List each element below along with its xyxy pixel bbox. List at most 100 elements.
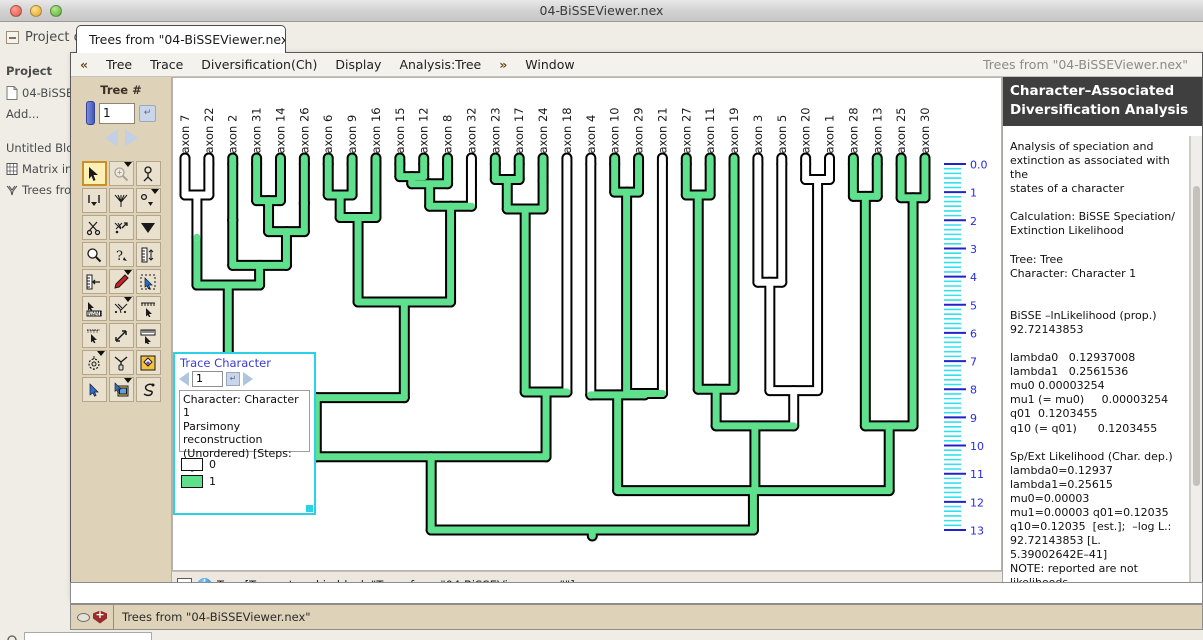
os-title-bar: 04-BiSSEViewer.nex — [0, 0, 1203, 22]
scale-bar-tool[interactable] — [82, 269, 107, 294]
trees-icon — [6, 183, 18, 197]
previous-tree-button[interactable] — [105, 129, 118, 147]
taxon-label: taxon 4 — [584, 115, 598, 158]
axis-tick-label: 1 — [970, 187, 977, 200]
next-tree-button[interactable] — [125, 129, 138, 147]
project-section-label: Project — [6, 64, 52, 78]
trace-character-nav[interactable]: 1 ↵ — [175, 370, 314, 389]
search-icon — [6, 634, 20, 640]
scale-ruler-tool[interactable] — [136, 242, 161, 267]
arrow-select-tool[interactable] — [82, 161, 107, 186]
comb-arrow-tool[interactable] — [82, 323, 107, 348]
taxon-label: taxon 1 — [823, 115, 837, 158]
chevron-down-icon — [124, 162, 132, 167]
paint-bucket-tool[interactable] — [136, 350, 161, 375]
magnify-tool[interactable] — [82, 242, 107, 267]
move-branch-tool[interactable] — [109, 215, 134, 240]
menu-analysis-tree[interactable]: Analysis:Tree — [390, 53, 490, 77]
taxon-label: taxon 13 — [870, 107, 884, 158]
trace-character-title: Trace Character — [175, 354, 314, 370]
info-panel-heading: Character–Associated Diversification Ana… — [1003, 77, 1202, 126]
resize-handle[interactable] — [306, 505, 313, 512]
strip-icon-group[interactable] — [71, 605, 114, 629]
query-tool[interactable]: ? — [109, 242, 134, 267]
name-label-tool[interactable]: NAME — [82, 296, 107, 321]
taxon-label: taxon 31 — [250, 107, 264, 158]
taxon-label: taxon 24 — [536, 107, 550, 158]
taxon-label: taxon 25 — [894, 107, 908, 158]
menu-window[interactable]: Window — [516, 53, 583, 77]
reroot-tool[interactable] — [136, 188, 161, 213]
tree-number-slider[interactable] — [86, 101, 95, 125]
sprout-tool[interactable] — [109, 296, 134, 321]
collapse-tool[interactable] — [109, 188, 134, 213]
spiral-tool[interactable] — [82, 350, 107, 375]
axis-tick-label: 0.0 — [970, 159, 988, 172]
axis-tick-label: 10 — [970, 440, 984, 453]
scissors-prune-tool[interactable] — [82, 215, 107, 240]
trace-character-box[interactable]: Trace Character 1 ↵ Character: Character… — [173, 352, 316, 515]
snake-tool[interactable] — [136, 377, 161, 402]
paint-drip-tool[interactable] — [109, 350, 134, 375]
pen-draw-tool[interactable] — [109, 269, 134, 294]
taxon-label: taxon 19 — [727, 107, 741, 158]
project-item-add[interactable]: Add... — [6, 107, 39, 121]
tree-number-enter-button[interactable]: ↵ — [139, 105, 156, 122]
axis-tick-label: 5 — [970, 299, 977, 312]
chevron-down-icon — [124, 297, 132, 302]
info-heading-line2: Diversification Analysis — [1010, 101, 1195, 120]
project-header: Project of — [6, 30, 86, 45]
axis-tick-label: 9 — [970, 412, 977, 425]
menu-tree[interactable]: Tree — [97, 53, 141, 77]
menu-collapse-left[interactable]: « — [71, 53, 97, 77]
document-icon — [6, 86, 18, 100]
project-item-label: Add... — [6, 107, 39, 121]
shield-icon[interactable] — [93, 611, 107, 624]
ladderize-tool[interactable] — [136, 215, 161, 240]
character-number-input[interactable]: 1 — [192, 371, 223, 387]
menu-trace[interactable]: Trace — [141, 53, 192, 77]
collapse-icon[interactable] — [6, 31, 19, 44]
tree-number-label: Tree # — [71, 83, 171, 97]
taxon-label: taxon 11 — [703, 107, 717, 158]
scrollbar-thumb[interactable] — [1193, 186, 1200, 486]
image-paste-tool[interactable] — [109, 377, 134, 402]
menu-more[interactable]: » — [490, 53, 516, 77]
taxon-label: taxon 28 — [846, 107, 860, 158]
magnifier-zoom-tool[interactable] — [109, 161, 134, 186]
menu-bar[interactable]: « Tree Trace Diversification(Ch) Display… — [71, 53, 1202, 77]
tab-trees-from-file[interactable]: Trees from "04-BiSSEViewer.nex" — [76, 25, 286, 53]
pointer-blue-tool[interactable] — [82, 377, 107, 402]
menu-display[interactable]: Display — [326, 53, 390, 77]
taxon-label: taxon 7 — [178, 115, 192, 158]
axis-tick-label: 3 — [970, 243, 977, 256]
tree-nav-arrows[interactable] — [71, 129, 171, 147]
project-item-matrix[interactable]: Matrix in — [6, 162, 72, 176]
root-tool[interactable] — [136, 161, 161, 186]
bottom-project-strip[interactable]: Trees from "04-BiSSEViewer.nex" — [70, 604, 1203, 630]
previous-character-button[interactable] — [179, 372, 189, 386]
os-window-title: 04-BiSSEViewer.nex — [0, 3, 1203, 18]
next-character-button[interactable] — [243, 372, 253, 386]
taxon-label: taxon 27 — [679, 107, 693, 158]
menu-diversification[interactable]: Diversification(Ch) — [192, 53, 326, 77]
tree-number-input[interactable]: 1 — [99, 103, 135, 124]
info-panel-vscrollbar[interactable] — [1190, 136, 1202, 582]
bottom-strip-label: Trees from "04-BiSSEViewer.nex" — [114, 610, 311, 624]
node-connect-tool[interactable] — [109, 323, 134, 348]
axis-tick-label: 6 — [970, 327, 977, 340]
branch-drop-tool[interactable] — [82, 188, 107, 213]
taxon-label: taxon 21 — [655, 107, 669, 158]
ruler-measure-tool[interactable] — [136, 323, 161, 348]
select-arrow-tool[interactable] — [136, 269, 161, 294]
taxon-label: taxon 23 — [488, 107, 502, 158]
comb-select-tool[interactable] — [136, 296, 161, 321]
tool-palette[interactable]: ? NAME — [71, 161, 171, 402]
character-enter-button[interactable]: ↵ — [226, 372, 240, 386]
tree-number-row[interactable]: 1 ↵ — [71, 101, 171, 125]
search-input[interactable] — [24, 632, 152, 640]
project-search[interactable] — [6, 632, 152, 640]
taxon-label: taxon 15 — [393, 107, 407, 158]
disclosure-icon[interactable] — [77, 613, 90, 622]
time-axis: 0.012345678910111213 — [944, 159, 988, 538]
